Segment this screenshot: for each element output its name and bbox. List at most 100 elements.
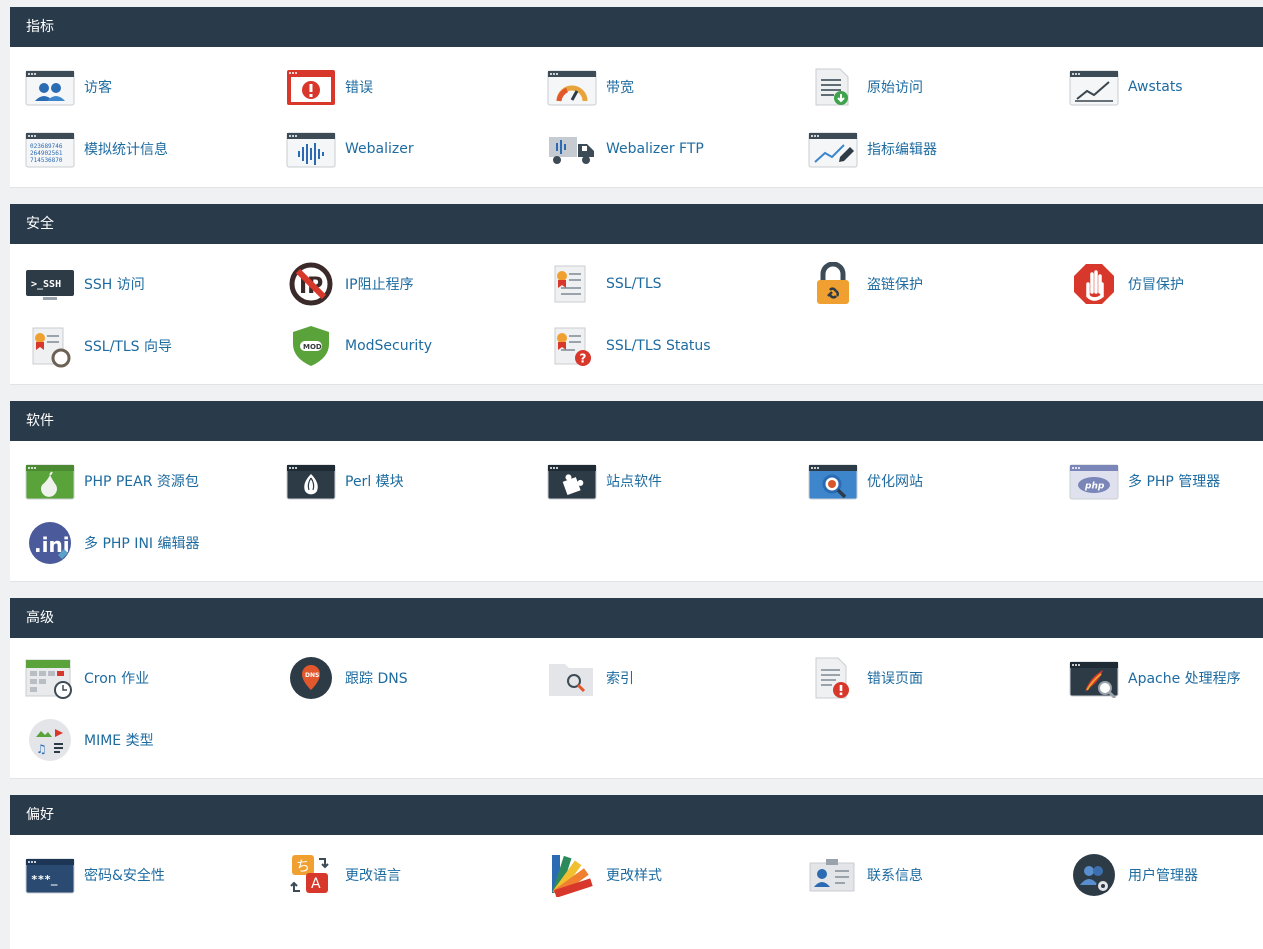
webalizer-icon[interactable] [286,127,336,171]
feature-link-contact-card[interactable]: 联系信息 [808,851,1058,899]
feature-link-bandwidth[interactable]: 带宽 [547,63,797,111]
ini-editor-icon[interactable]: .ini [25,521,75,565]
section-title[interactable]: 指标 [10,7,1263,47]
mod-shield-icon[interactable]: MOD [286,324,336,368]
error-page-icon[interactable] [808,656,858,700]
feature-link-certificate-status[interactable]: ? SSL/TLS Status [547,322,797,370]
feature-link-ssh-terminal[interactable]: >_SSH SSH 访问 [25,260,275,308]
feature-link-language[interactable]: ち A 更改语言 [286,851,536,899]
feature-link-webalizer-ftp[interactable]: Webalizer FTP [547,125,797,173]
feature-link-visitors[interactable]: 访客 [25,63,275,111]
calendar-clock-icon[interactable] [25,656,75,700]
feature-label[interactable]: 带宽 [606,77,634,97]
awstats-icon[interactable] [1069,65,1119,109]
perl-onion-icon[interactable] [286,459,336,503]
feature-label[interactable]: 优化网站 [867,471,923,491]
feature-label[interactable]: 多 PHP 管理器 [1128,471,1220,491]
feature-label[interactable]: Perl 模块 [345,471,404,491]
section-title[interactable]: 安全 [10,204,1263,244]
feature-label[interactable]: 密码&安全性 [84,865,165,885]
feature-link-errors[interactable]: 错误 [286,63,536,111]
feature-link-calendar-clock[interactable]: Cron 作业 [25,654,275,702]
feature-link-password[interactable]: ***_ 密码&安全性 [25,851,275,899]
feature-label[interactable]: 索引 [606,668,634,688]
feature-label[interactable]: SSL/TLS Status [606,338,711,354]
feature-link-apache-feather[interactable]: Apache 处理程序 [1069,654,1263,702]
feature-link-error-page[interactable]: 错误页面 [808,654,1058,702]
dns-pin-icon[interactable]: DNS [286,656,336,700]
feature-link-mod-shield[interactable]: MOD ModSecurity [286,322,536,370]
feature-label[interactable]: MIME 类型 [84,730,154,750]
feature-link-user-manager[interactable]: 用户管理器 [1069,851,1263,899]
feature-link-metrics-editor[interactable]: 指标编辑器 [808,125,1058,173]
user-manager-icon[interactable] [1069,853,1119,897]
feature-label[interactable]: 更改样式 [606,865,662,885]
feature-label[interactable]: SSH 访问 [84,274,145,294]
feature-label[interactable]: Apache 处理程序 [1128,668,1241,688]
stop-hand-icon[interactable] [1069,262,1119,306]
feature-label[interactable]: ModSecurity [345,338,432,354]
language-icon[interactable]: ちA [286,853,336,897]
feature-label[interactable]: 更改语言 [345,865,401,885]
feature-link-analog-stats[interactable]: 023689746 264902561 714536870 模拟统计信息 [25,125,275,173]
mime-types-icon[interactable]: ♫ [25,718,75,762]
folder-search-icon[interactable] [547,656,597,700]
optimize-magnifier-icon[interactable] [808,459,858,503]
feature-label[interactable]: 指标编辑器 [867,139,937,159]
feature-label[interactable]: 错误 [345,77,373,97]
feature-link-pear[interactable]: PHP PEAR 资源包 [25,457,275,505]
certificate-wizard-icon[interactable] [25,324,75,368]
feature-link-site-software-puzzle[interactable]: 站点软件 [547,457,797,505]
feature-label[interactable]: Webalizer [345,141,414,157]
feature-link-dns-pin[interactable]: DNS 跟踪 DNS [286,654,536,702]
feature-link-awstats[interactable]: Awstats [1069,63,1263,111]
feature-label[interactable]: 错误页面 [867,668,923,688]
feature-link-php-badge[interactable]: php 多 PHP 管理器 [1069,457,1263,505]
feature-link-optimize-magnifier[interactable]: 优化网站 [808,457,1058,505]
section-title[interactable]: 高级 [10,598,1263,638]
feature-label[interactable]: 盗链保护 [867,274,923,294]
color-fan-icon[interactable] [547,853,597,897]
apache-feather-icon[interactable] [1069,656,1119,700]
visitors-icon[interactable] [25,65,75,109]
webalizer-ftp-icon[interactable] [547,127,597,171]
feature-link-webalizer[interactable]: Webalizer [286,125,536,173]
feature-link-ip-blocker[interactable]: IP IP阻止程序 [286,260,536,308]
feature-label[interactable]: Awstats [1128,79,1183,95]
feature-label[interactable]: 用户管理器 [1128,865,1198,885]
pear-icon[interactable] [25,459,75,503]
analog-stats-icon[interactable]: 023689746 264902561 714536870 [25,127,75,171]
contact-card-icon[interactable] [808,853,858,897]
feature-link-folder-search[interactable]: 索引 [547,654,797,702]
feature-label[interactable]: 仿冒保护 [1128,274,1184,294]
feature-link-perl-onion[interactable]: Perl 模块 [286,457,536,505]
lock-link-icon[interactable] [808,262,858,306]
bandwidth-icon[interactable] [547,65,597,109]
feature-label[interactable]: Webalizer FTP [606,141,704,157]
feature-label[interactable]: SSL/TLS [606,276,662,292]
section-title[interactable]: 偏好 [10,795,1263,835]
feature-label[interactable]: IP阻止程序 [345,274,414,294]
metrics-editor-icon[interactable] [808,127,858,171]
feature-label[interactable]: 原始访问 [867,77,923,97]
feature-label[interactable]: 访客 [84,77,112,97]
certificate-status-icon[interactable]: ? [547,324,597,368]
feature-link-certificate-wizard[interactable]: SSL/TLS 向导 [25,322,275,370]
php-badge-icon[interactable]: php [1069,459,1119,503]
password-icon[interactable]: ***_ [25,853,75,897]
feature-link-lock-link[interactable]: 盗链保护 [808,260,1058,308]
feature-link-color-fan[interactable]: 更改样式 [547,851,797,899]
feature-link-ini-editor[interactable]: .ini 多 PHP INI 编辑器 [25,519,275,567]
errors-icon[interactable] [286,65,336,109]
ip-blocker-icon[interactable]: IP [286,262,336,306]
feature-link-certificate[interactable]: SSL/TLS [547,260,797,308]
feature-label[interactable]: SSL/TLS 向导 [84,336,172,356]
feature-label[interactable]: 多 PHP INI 编辑器 [84,533,200,553]
feature-label[interactable]: 模拟统计信息 [84,139,168,159]
ssh-terminal-icon[interactable]: >_SSH [25,262,75,306]
feature-label[interactable]: 联系信息 [867,865,923,885]
feature-label[interactable]: PHP PEAR 资源包 [84,471,199,491]
feature-link-stop-hand[interactable]: 仿冒保护 [1069,260,1263,308]
feature-link-raw-access[interactable]: 原始访问 [808,63,1058,111]
section-title[interactable]: 软件 [10,401,1263,441]
